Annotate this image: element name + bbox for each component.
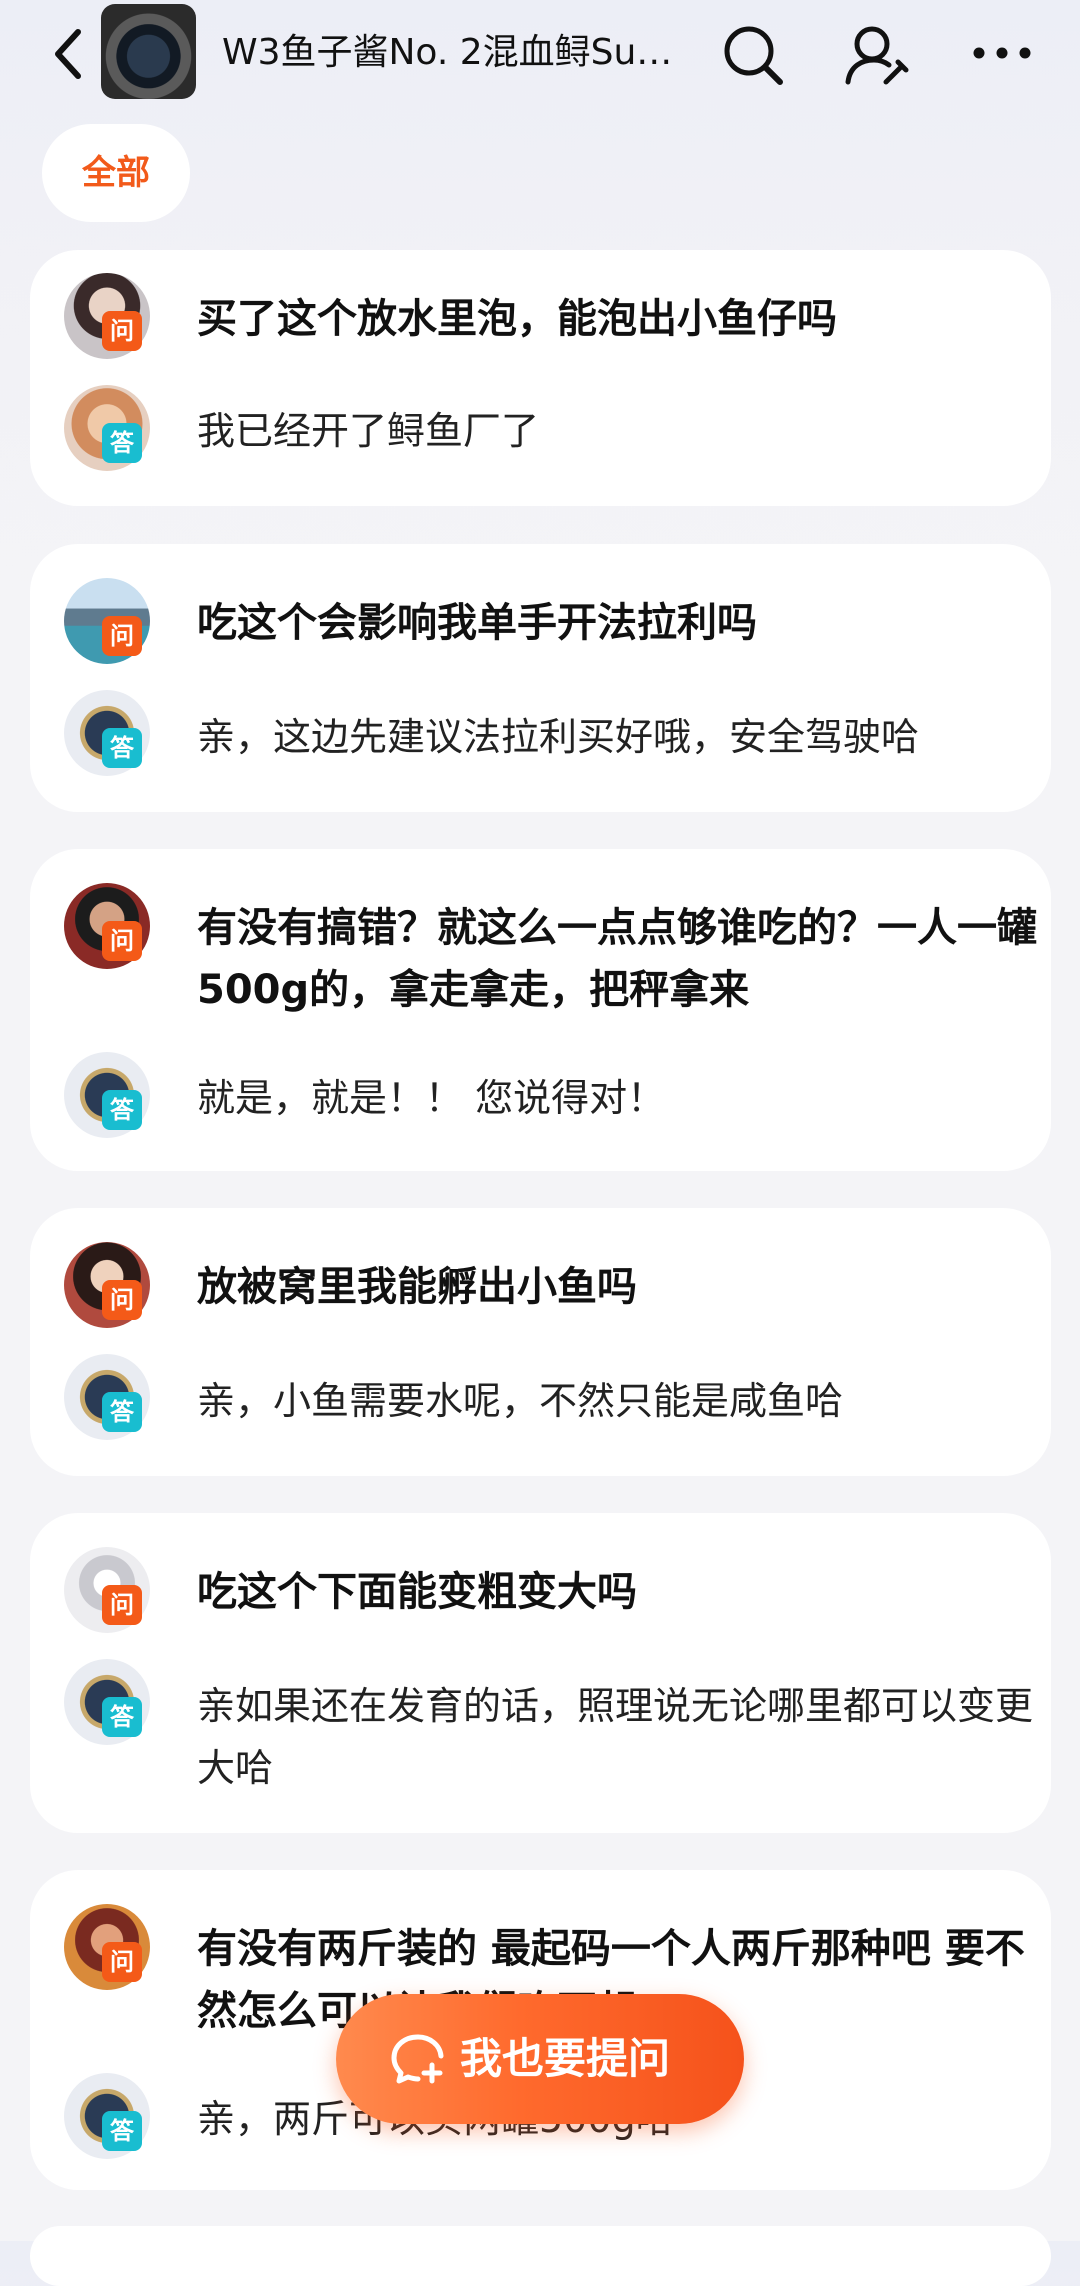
question-text: 吃这个会影响我单手开法拉利吗 bbox=[197, 600, 757, 646]
answer-badge: 答 bbox=[102, 1697, 142, 1737]
question-text: 有没有搞错？就这么一点点够谁吃的？一人一罐500g的，拿走拿走，把秤拿来 bbox=[197, 905, 1037, 1013]
qa-card[interactable]: 问 吃这个下面能变粗变大吗 答 亲如果还在发育的话，照理说无论哪里都可以变更大哈 bbox=[30, 1513, 1051, 1833]
qa-card[interactable]: 问 吃这个会影响我单手开法拉利吗 答 亲，这边先建议法拉利买好哦，安全驾驶哈 bbox=[30, 544, 1051, 812]
ask-question-label: 我也要提问 bbox=[460, 2034, 671, 2083]
search-icon[interactable] bbox=[718, 20, 788, 90]
answer-badge: 答 bbox=[102, 423, 142, 463]
tab-all[interactable]: 全部 bbox=[42, 124, 190, 222]
answer-text: 亲如果还在发育的话，照理说无论哪里都可以变更大哈 bbox=[197, 1684, 1034, 1790]
question-text: 买了这个放水里泡，能泡出小鱼仔吗 bbox=[197, 296, 837, 342]
question-badge: 问 bbox=[102, 1280, 142, 1320]
answer-text: 亲，小鱼需要水呢，不然只能是咸鱼哈 bbox=[197, 1379, 844, 1423]
answer-text: 就是，就是！！ 您说得对！ bbox=[197, 1076, 666, 1120]
qa-card[interactable]: 问 买了这个放水里泡，能泡出小鱼仔吗 答 我已经开了鲟鱼厂了 bbox=[30, 250, 1051, 506]
chevron-left-icon[interactable] bbox=[46, 26, 90, 82]
product-thumbnail[interactable] bbox=[101, 4, 196, 99]
answer-badge: 答 bbox=[102, 1090, 142, 1130]
ask-question-button[interactable]: 我也要提问 bbox=[336, 1994, 744, 2124]
qa-card[interactable]: 问 有没有搞错？就这么一点点够谁吃的？一人一罐500g的，拿走拿走，把秤拿来 答… bbox=[30, 849, 1051, 1171]
question-badge: 问 bbox=[102, 921, 142, 961]
qa-card[interactable] bbox=[30, 2226, 1051, 2286]
qa-card[interactable]: 问 放被窝里我能孵出小鱼吗 答 亲，小鱼需要水呢，不然只能是咸鱼哈 bbox=[30, 1208, 1051, 1476]
answer-badge: 答 bbox=[102, 728, 142, 768]
question-badge: 问 bbox=[102, 311, 142, 351]
answer-badge: 答 bbox=[102, 2111, 142, 2151]
chat-plus-icon bbox=[391, 2034, 444, 2084]
question-badge: 问 bbox=[102, 1585, 142, 1625]
question-text: 放被窝里我能孵出小鱼吗 bbox=[197, 1264, 637, 1310]
user-edit-icon[interactable] bbox=[842, 20, 912, 90]
answer-text: 亲，这边先建议法拉利买好哦，安全驾驶哈 bbox=[197, 715, 920, 759]
question-text: 吃这个下面能变粗变大吗 bbox=[197, 1569, 637, 1615]
question-badge: 问 bbox=[102, 616, 142, 656]
page-title: W3鱼子酱No. 2混血鲟Super bbox=[222, 32, 692, 73]
more-dots-icon[interactable] bbox=[967, 20, 1037, 90]
answer-text: 我已经开了鲟鱼厂了 bbox=[197, 409, 540, 453]
question-badge: 问 bbox=[102, 1942, 142, 1982]
top-bar: W3鱼子酱No. 2混血鲟Super bbox=[0, 0, 1080, 110]
answer-badge: 答 bbox=[102, 1392, 142, 1432]
